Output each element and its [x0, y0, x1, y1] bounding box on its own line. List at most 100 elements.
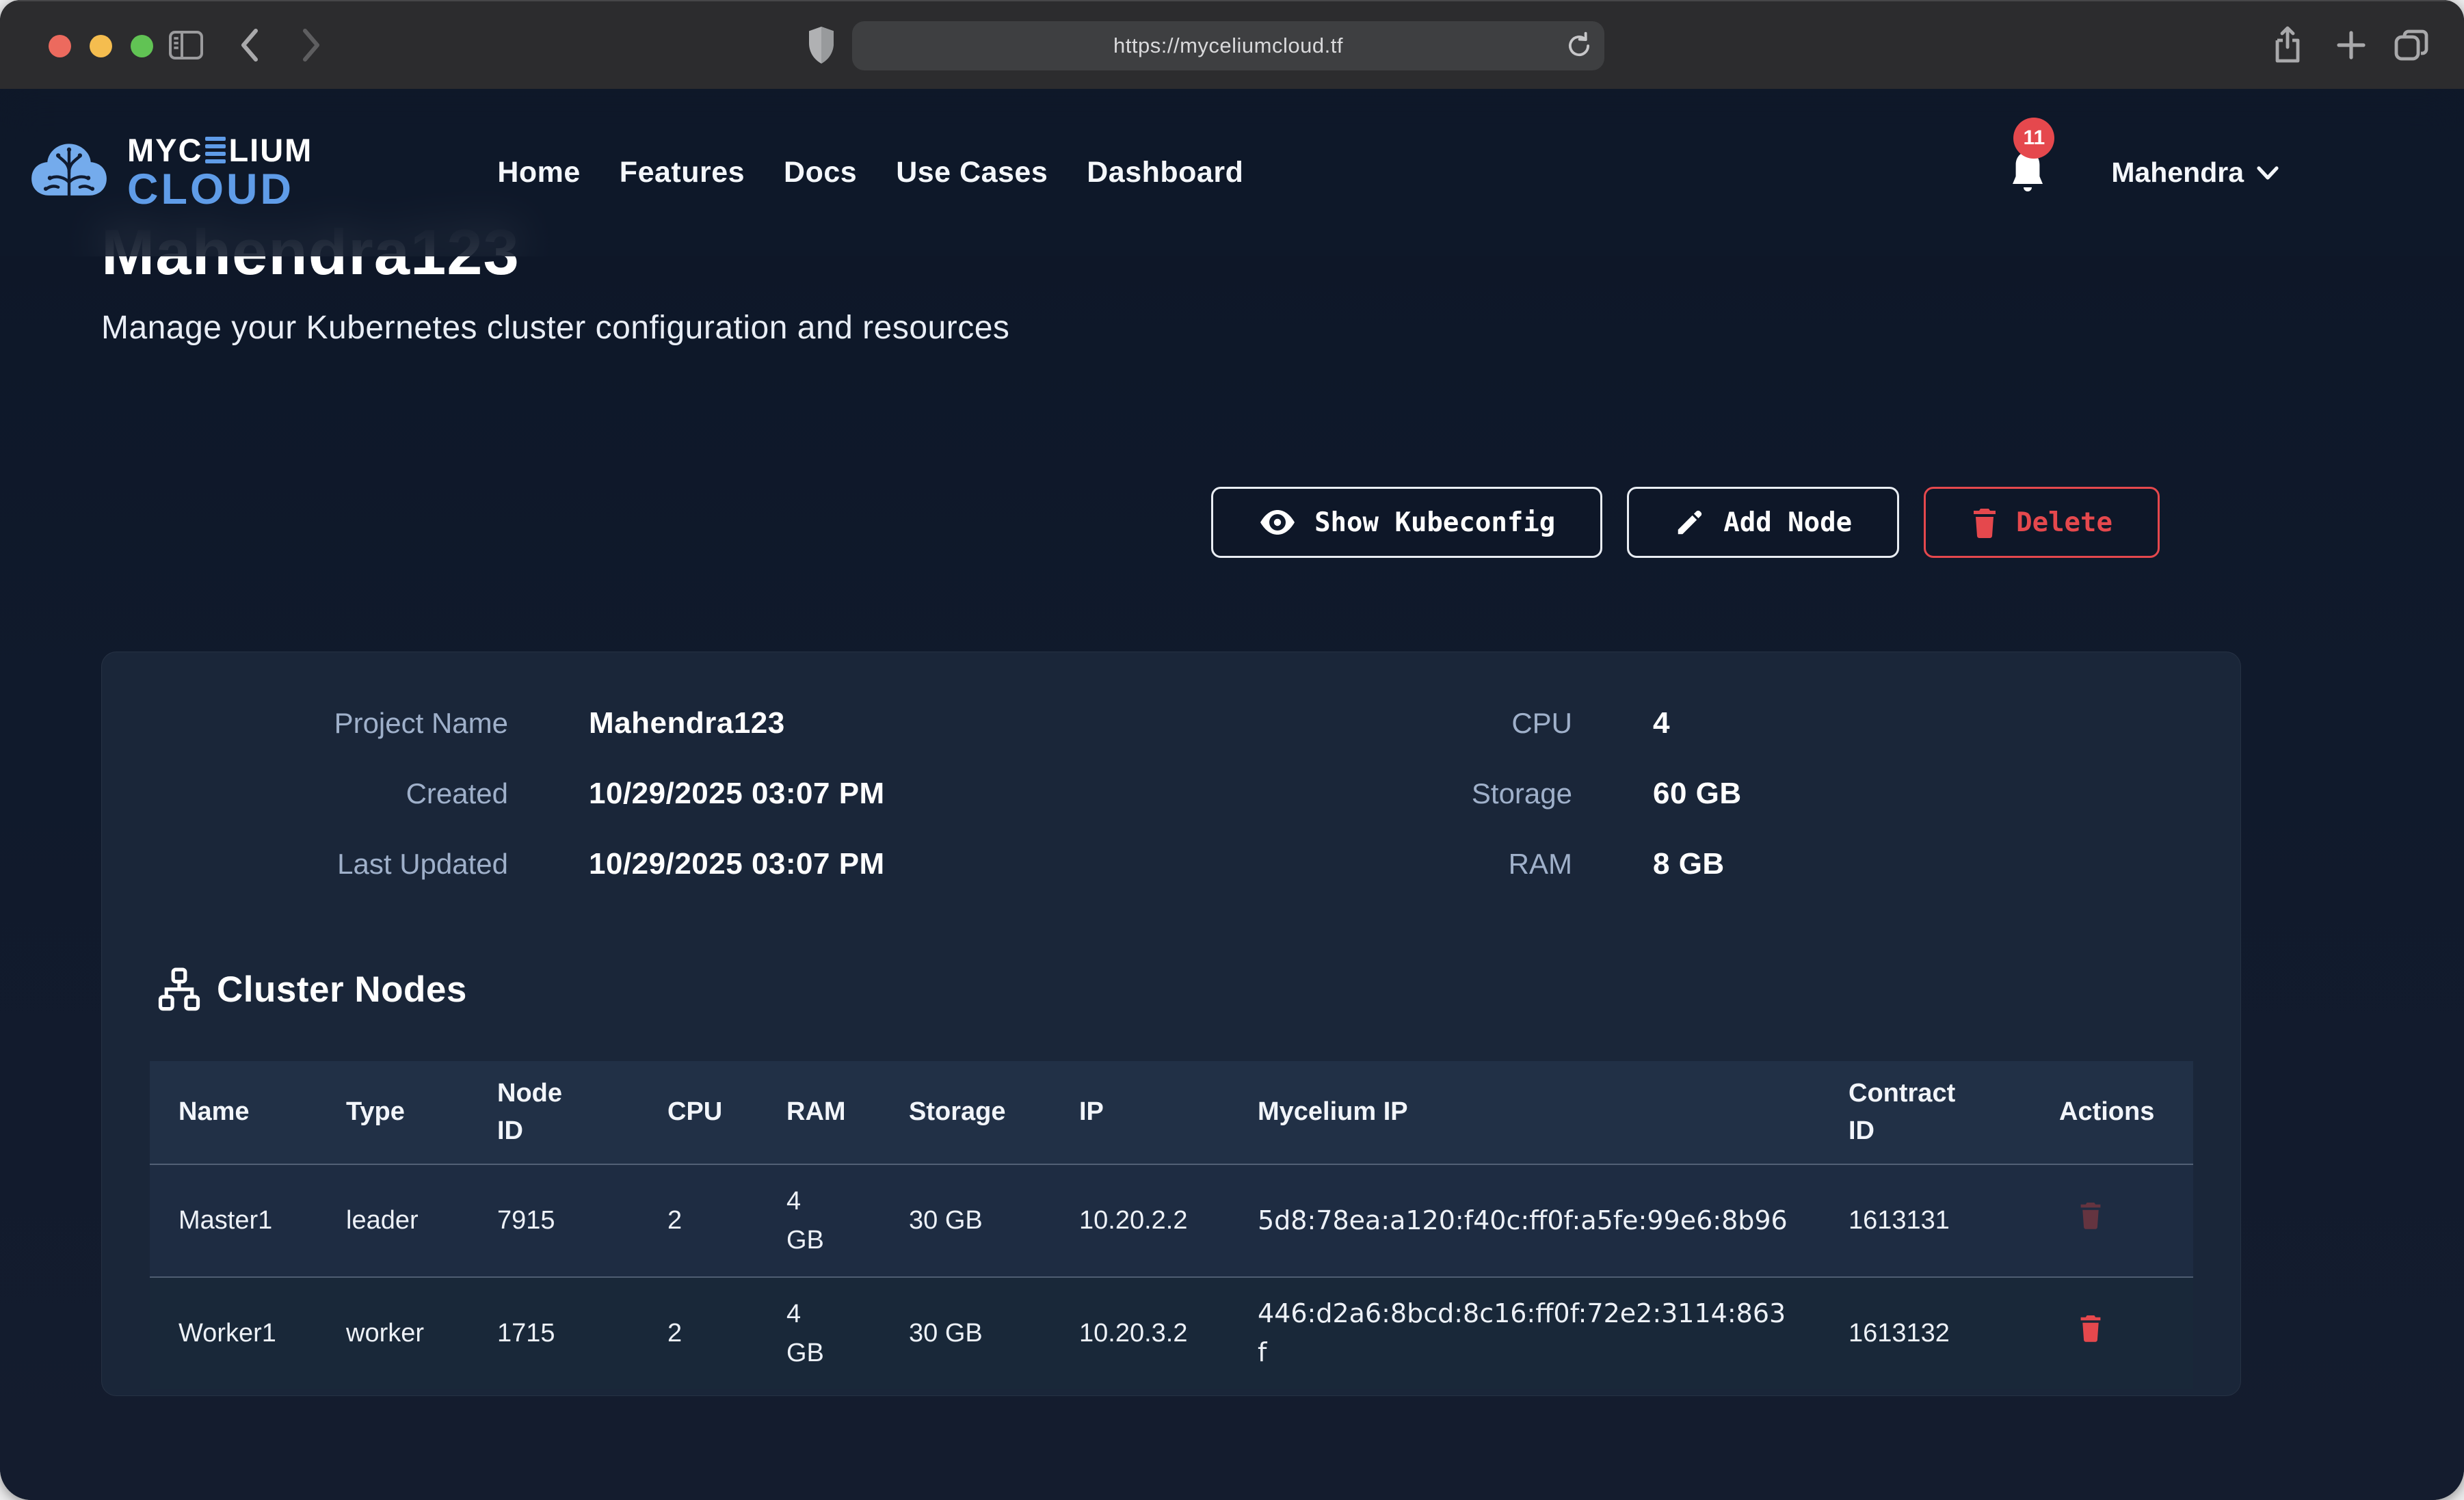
user-name: Mahendra [2111, 157, 2244, 189]
brand-bottom-line: CLOUD [127, 168, 313, 211]
cpu-value: 4 [1572, 706, 1670, 740]
col-ip: IP [1050, 1061, 1229, 1164]
nav-link-features[interactable]: Features [620, 156, 745, 189]
cell-ram: 4 GB [758, 1164, 880, 1277]
col-storage: Storage [880, 1061, 1050, 1164]
cell-storage: 30 GB [880, 1277, 1050, 1389]
cloud-logo-icon [27, 139, 111, 207]
col-contract-id: Contract ID [1820, 1061, 2030, 1164]
cell-storage: 30 GB [880, 1164, 1050, 1277]
trash-icon [1971, 507, 1998, 538]
overview-left: Project Name Mahendra123 Created 10/29/2… [102, 688, 885, 899]
cluster-nodes-table: Name Type Node ID CPU RAM Storage IP Myc… [150, 1061, 2193, 1389]
show-kubeconfig-button[interactable]: Show Kubeconfig [1211, 487, 1602, 558]
project-name-label: Project Name [102, 707, 508, 740]
delete-node-button[interactable] [2078, 1201, 2103, 1229]
url-text: https://myceliumcloud.tf [1113, 34, 1343, 58]
overview-row: Storage 60 GB [1169, 758, 1742, 829]
project-name-value: Mahendra123 [508, 706, 785, 740]
overview-right: CPU 4 Storage 60 GB RAM 8 GB [1169, 688, 1742, 899]
page-subtitle: Manage your Kubernetes cluster configura… [101, 309, 1009, 347]
cluster-nodes-title: Cluster Nodes [217, 969, 467, 1010]
cpu-label: CPU [1169, 707, 1572, 740]
col-cpu: CPU [639, 1061, 758, 1164]
zoom-window-button[interactable] [131, 35, 153, 57]
ram-value: 8 GB [1572, 847, 1725, 881]
cell-ip: 10.20.3.2 [1050, 1277, 1229, 1389]
back-button[interactable] [238, 27, 261, 64]
back-icon [238, 27, 261, 64]
add-node-button[interactable]: Add Node [1627, 487, 1899, 558]
reload-button[interactable] [1565, 30, 1593, 62]
logo-e-bars-icon [205, 137, 226, 163]
cell-name: Worker1 [150, 1277, 317, 1389]
overview-row: CPU 4 [1169, 688, 1742, 758]
cell-ram: 4 GB [758, 1277, 880, 1389]
storage-label: Storage [1169, 777, 1572, 810]
cluster-nodes-header: Cluster Nodes [157, 967, 467, 1012]
col-name: Name [150, 1061, 317, 1164]
overview-row: Created 10/29/2025 03:07 PM [102, 758, 885, 829]
notifications-button[interactable]: 11 [2009, 149, 2046, 197]
created-value: 10/29/2025 03:07 PM [508, 777, 885, 811]
nav-link-dashboard[interactable]: Dashboard [1087, 156, 1243, 189]
tab-overview-button[interactable] [2394, 29, 2429, 62]
cell-type: worker [317, 1277, 468, 1389]
nav-link-use-cases[interactable]: Use Cases [896, 156, 1048, 189]
top-navbar: MYC LIUM CLOUD Home Features Docs Use Ca… [0, 89, 2464, 256]
cell-node-id: 7915 [468, 1164, 639, 1277]
brand-wordmark: MYC LIUM CLOUD [127, 134, 313, 211]
eye-icon [1258, 509, 1297, 536]
close-window-button[interactable] [49, 35, 71, 57]
pencil-icon [1674, 507, 1706, 538]
trash-icon [2078, 1313, 2103, 1342]
storage-value: 60 GB [1572, 777, 1742, 811]
browser-chrome: https://myceliumcloud.tf [0, 0, 2464, 89]
add-node-label: Add Node [1723, 507, 1852, 538]
table-header-row: Name Type Node ID CPU RAM Storage IP Myc… [150, 1061, 2193, 1164]
cluster-actions: Show Kubeconfig Add Node Delete [1211, 487, 2160, 558]
new-tab-icon [2335, 29, 2368, 62]
user-menu[interactable]: Mahendra [2111, 157, 2279, 189]
privacy-shield-icon[interactable] [807, 25, 836, 65]
brand-top-line: MYC LIUM [127, 134, 313, 166]
sidebar-toggle-icon [168, 29, 204, 62]
share-icon [2272, 25, 2303, 65]
chevron-down-icon [2256, 165, 2279, 180]
cell-node-id: 1715 [468, 1277, 639, 1389]
cell-type: leader [317, 1164, 468, 1277]
col-node-id: Node ID [468, 1061, 639, 1164]
delete-cluster-button[interactable]: Delete [1924, 487, 2160, 558]
trash-icon [2078, 1201, 2103, 1229]
show-kubeconfig-label: Show Kubeconfig [1314, 507, 1555, 538]
nav-link-home[interactable]: Home [497, 156, 580, 189]
delete-node-button[interactable] [2078, 1313, 2103, 1342]
nav-link-docs[interactable]: Docs [784, 156, 857, 189]
cell-actions [2030, 1164, 2193, 1277]
brand-logo[interactable]: MYC LIUM CLOUD [27, 134, 313, 211]
cell-mycelium-ip: 5d8:78ea:a120:f40c:ff0f:a5fe:99e6:8b96 [1229, 1164, 1820, 1277]
overview-row: Last Updated 10/29/2025 03:07 PM [102, 829, 885, 899]
minimize-window-button[interactable] [90, 35, 112, 57]
cell-actions [2030, 1277, 2193, 1389]
forward-button[interactable] [300, 27, 323, 64]
share-button[interactable] [2272, 25, 2303, 65]
overview-row: Project Name Mahendra123 [102, 688, 885, 758]
last-updated-value: 10/29/2025 03:07 PM [508, 847, 885, 881]
page-content: Mahendra123 Manage your Kubernetes clust… [0, 89, 2464, 1500]
sitemap-icon [157, 967, 202, 1012]
reload-icon [1565, 30, 1593, 62]
col-actions: Actions [2030, 1061, 2193, 1164]
nav-links: Home Features Docs Use Cases Dashboard [497, 156, 1243, 189]
nav-right: 11 Mahendra [2009, 149, 2279, 197]
sidebar-toggle-button[interactable] [168, 29, 204, 62]
cluster-overview-card: Project Name Mahendra123 Created 10/29/2… [101, 652, 2241, 1396]
cell-mycelium-ip: 446:d2a6:8bcd:8c16:ff0f:72e2:3114:863f [1229, 1277, 1820, 1389]
tab-overview-icon [2394, 29, 2429, 62]
cell-contract-id: 1613132 [1820, 1277, 2030, 1389]
page-viewport: Mahendra123 Manage your Kubernetes clust… [0, 89, 2464, 1500]
new-tab-button[interactable] [2335, 29, 2368, 62]
cell-cpu: 2 [639, 1277, 758, 1389]
created-label: Created [102, 777, 508, 810]
url-bar[interactable]: https://myceliumcloud.tf [852, 21, 1604, 70]
